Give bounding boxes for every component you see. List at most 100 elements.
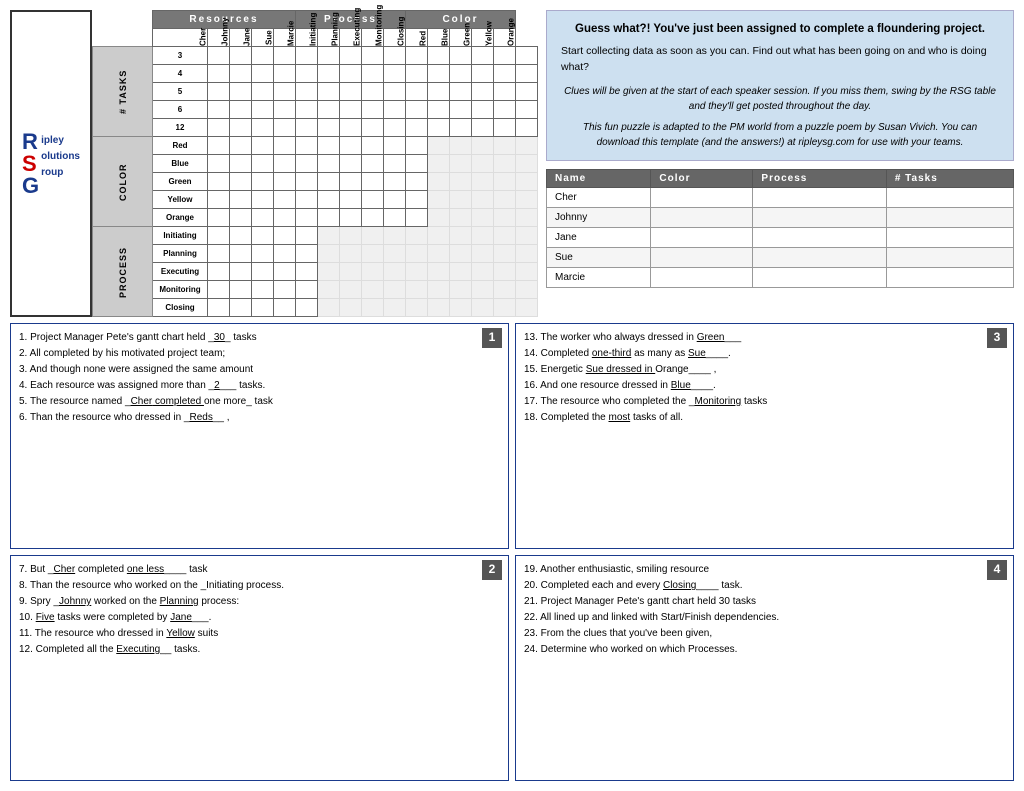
grid-cell bbox=[362, 191, 384, 209]
grid-cell bbox=[384, 83, 406, 101]
grid-cell bbox=[384, 173, 406, 191]
col-planning: Planning bbox=[318, 29, 340, 47]
grid-cell bbox=[384, 119, 406, 137]
process-section-label: PROCESS bbox=[93, 227, 153, 317]
grid-cell bbox=[384, 155, 406, 173]
answer-cell-process bbox=[753, 207, 886, 227]
grid-cell bbox=[472, 47, 494, 65]
info-title: Guess what?! You've just been assigned t… bbox=[561, 21, 999, 38]
grid-cell bbox=[318, 245, 340, 263]
grid-cell bbox=[406, 173, 428, 191]
clue-line: 24. Determine who worked on which Proces… bbox=[524, 642, 1005, 658]
grid-cell bbox=[450, 155, 472, 173]
grid-cell bbox=[208, 299, 230, 317]
grid-cell bbox=[274, 65, 296, 83]
grid-cell bbox=[252, 209, 274, 227]
grid-cell bbox=[362, 227, 384, 245]
grid-cell bbox=[384, 299, 406, 317]
answer-cell-tasks bbox=[886, 207, 1013, 227]
grid-cell bbox=[318, 227, 340, 245]
answer-header-color: Color bbox=[651, 169, 753, 187]
grid-cell bbox=[516, 263, 538, 281]
grid-cell bbox=[428, 281, 450, 299]
clue-line: 2. All completed by his motivated projec… bbox=[19, 346, 500, 362]
grid-cell bbox=[516, 209, 538, 227]
answer-cell-color bbox=[651, 227, 753, 247]
grid-cell bbox=[340, 83, 362, 101]
grid-cell bbox=[450, 299, 472, 317]
clue-line: 5. The resource named _Cher completed on… bbox=[19, 394, 500, 410]
grid-cell bbox=[274, 155, 296, 173]
grid-cell bbox=[318, 281, 340, 299]
grid-cell bbox=[230, 173, 252, 191]
clue-line: 23. From the clues that you've been give… bbox=[524, 626, 1005, 642]
grid-cell bbox=[296, 83, 318, 101]
grid-cell bbox=[208, 209, 230, 227]
col-monitoring: Monitoring bbox=[362, 29, 384, 47]
answer-header-tasks: # Tasks bbox=[886, 169, 1013, 187]
answer-cell-color bbox=[651, 207, 753, 227]
logo-s: S bbox=[22, 153, 39, 175]
clue-line: 15. Energetic Sue dressed in Orange____ … bbox=[524, 362, 1005, 378]
grid-cell bbox=[384, 227, 406, 245]
grid-cell bbox=[208, 191, 230, 209]
clue-section: 1 1. Project Manager Pete's gantt chart … bbox=[10, 323, 1014, 781]
grid-cell bbox=[494, 209, 516, 227]
tasks-section-label: # TASKS bbox=[93, 47, 153, 137]
grid-cell bbox=[494, 65, 516, 83]
grid-cell bbox=[296, 155, 318, 173]
grid-cell bbox=[384, 137, 406, 155]
grid-cell bbox=[340, 299, 362, 317]
grid-cell bbox=[230, 155, 252, 173]
grid-cell bbox=[384, 263, 406, 281]
grid-cell bbox=[384, 191, 406, 209]
grid-cell bbox=[208, 101, 230, 119]
grid-cell bbox=[450, 263, 472, 281]
grid-cell bbox=[340, 227, 362, 245]
logo-r: R bbox=[22, 131, 39, 153]
grid-cell bbox=[340, 281, 362, 299]
grid-cell bbox=[362, 209, 384, 227]
grid-cell bbox=[208, 47, 230, 65]
clue-line: 19. Another enthusiastic, smiling resour… bbox=[524, 562, 1005, 578]
grid-cell bbox=[230, 47, 252, 65]
grid-cell bbox=[384, 209, 406, 227]
info-italic2: This fun puzzle is adapted to the PM wor… bbox=[561, 120, 999, 150]
answer-cell-tasks bbox=[886, 187, 1013, 207]
grid-cell bbox=[472, 173, 494, 191]
grid-cell bbox=[252, 137, 274, 155]
col-orange: Orange bbox=[494, 29, 516, 47]
grid-cell bbox=[274, 47, 296, 65]
grid-cell bbox=[362, 65, 384, 83]
main-grid-area: Resources Process Color Cher Johnny Jan bbox=[92, 10, 538, 317]
info-italic1: Clues will be given at the start of each… bbox=[561, 84, 999, 114]
grid-cell bbox=[494, 191, 516, 209]
grid-cell bbox=[362, 101, 384, 119]
grid-cell bbox=[362, 299, 384, 317]
grid-cell bbox=[230, 191, 252, 209]
answer-header-name: Name bbox=[547, 169, 651, 187]
grid-cell bbox=[252, 119, 274, 137]
answer-cell-process bbox=[753, 267, 886, 287]
clue-line: 10. Five tasks were completed by Jane___… bbox=[19, 610, 500, 626]
grid-cell bbox=[252, 245, 274, 263]
clue-box-4: 4 19. Another enthusiastic, smiling reso… bbox=[515, 555, 1014, 781]
grid-cell bbox=[252, 83, 274, 101]
grid-cell bbox=[340, 47, 362, 65]
grid-cell bbox=[274, 263, 296, 281]
grid-cell bbox=[494, 137, 516, 155]
grid-cell bbox=[428, 155, 450, 173]
grid-cell bbox=[252, 101, 274, 119]
grid-cell bbox=[406, 263, 428, 281]
grid-cell bbox=[318, 47, 340, 65]
grid-cell bbox=[230, 263, 252, 281]
info-para1: Start collecting data as soon as you can… bbox=[561, 44, 999, 76]
grid-cell bbox=[340, 155, 362, 173]
answer-cell-color bbox=[651, 267, 753, 287]
grid-cell bbox=[230, 245, 252, 263]
grid-cell bbox=[274, 119, 296, 137]
grid-cell bbox=[318, 155, 340, 173]
grid-cell bbox=[296, 209, 318, 227]
grid-cell bbox=[296, 101, 318, 119]
col-yellow: Yellow bbox=[472, 29, 494, 47]
